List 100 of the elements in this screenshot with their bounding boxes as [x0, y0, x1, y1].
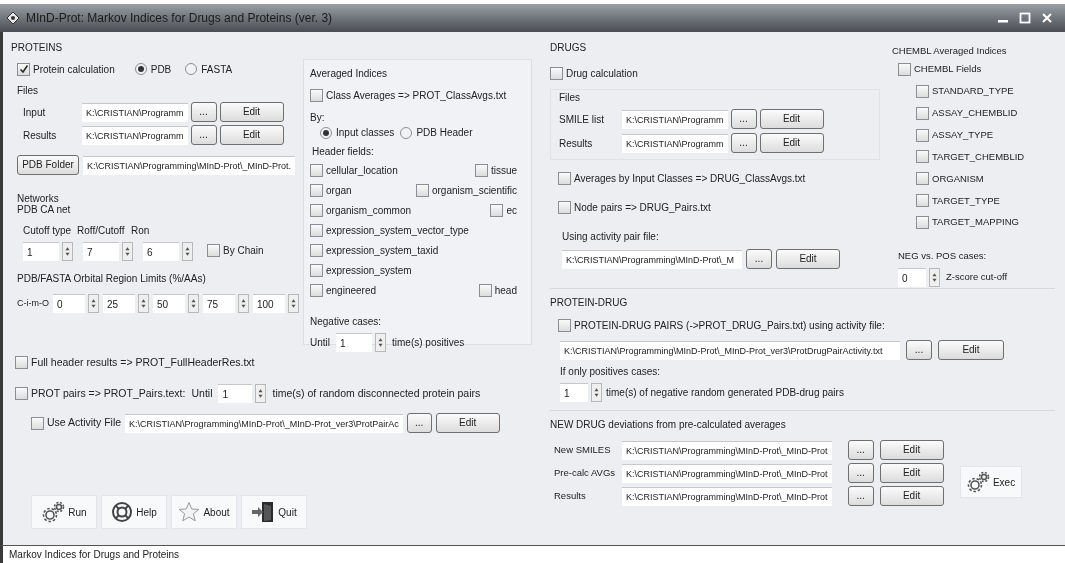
- spin-button[interactable]: [591, 383, 602, 402]
- path-field[interactable]: K:\CRISTIAN\Programm: [622, 109, 728, 129]
- checkbox-label[interactable]: head: [494, 283, 517, 298]
- radio-label[interactable]: Input classes: [336, 125, 395, 140]
- checkbox[interactable]: [207, 243, 220, 257]
- checkbox[interactable]: [15, 356, 28, 370]
- checkbox[interactable]: [310, 89, 323, 102]
- maximize-icon[interactable]: [1019, 12, 1031, 24]
- checkbox[interactable]: [310, 284, 323, 297]
- browse-button[interactable]: ...: [847, 486, 874, 506]
- checkbox[interactable]: [310, 264, 323, 277]
- path-field[interactable]: K:\CRISTIAN\Programming\MInD-Prot\_MInD-Prot_ver3\ProtPairAc: [125, 413, 403, 433]
- checkbox[interactable]: [916, 106, 929, 120]
- action-button[interactable]: Quit: [241, 495, 307, 529]
- checkbox-label[interactable]: PROT pairs => PROT_Pairs.text:: [31, 385, 186, 402]
- action-button[interactable]: About: [171, 495, 237, 529]
- checkbox[interactable]: [916, 194, 929, 208]
- checkbox[interactable]: [916, 172, 929, 186]
- number-field[interactable]: 100: [253, 294, 285, 313]
- checkbox-label[interactable]: ORGANISM: [932, 171, 984, 186]
- edit-button[interactable]: Edit: [879, 486, 944, 506]
- edit-button[interactable]: Edit: [759, 133, 824, 153]
- spin-button[interactable]: [138, 294, 149, 313]
- checkbox-label[interactable]: expression_system_taxid: [326, 243, 439, 258]
- checkbox[interactable]: [558, 201, 571, 214]
- edit-button[interactable]: Edit: [879, 463, 944, 483]
- checkbox[interactable]: [550, 67, 563, 80]
- radio-button[interactable]: [400, 126, 413, 139]
- number-field[interactable]: 50: [153, 294, 185, 313]
- path-field[interactable]: K:\CRISTIAN\Programming\MInD-Prot\_MInD-Prot: [622, 486, 832, 506]
- radio-label[interactable]: PDB: [150, 61, 172, 77]
- checkbox-label[interactable]: tissue: [490, 163, 517, 178]
- browse-button[interactable]: ...: [730, 133, 757, 153]
- spin-button[interactable]: [255, 384, 267, 404]
- path-field[interactable]: K:\CRISTIAN\Programming\MInD-Prot\_MInD-Prot: [622, 463, 832, 483]
- spin-button[interactable]: [929, 267, 940, 287]
- spin-button[interactable]: [182, 242, 193, 261]
- path-field[interactable]: K:\CRISTIAN\Programm: [622, 133, 728, 153]
- checkbox-label[interactable]: ASSAY_TYPE: [932, 127, 994, 143]
- browse-button[interactable]: ...: [847, 440, 874, 460]
- number-field[interactable]: 0: [53, 294, 85, 313]
- radio-button[interactable]: [134, 63, 147, 75]
- checkbox[interactable]: [474, 164, 488, 177]
- number-field[interactable]: 75: [203, 294, 235, 313]
- checkbox[interactable]: [310, 224, 323, 237]
- browse-button[interactable]: ...: [906, 340, 932, 360]
- checkbox-label[interactable]: STANDARD_TYPE: [932, 84, 1014, 99]
- checkbox-label[interactable]: Class Averages => PROT_ClassAvgs.txt: [326, 88, 507, 103]
- spin-button[interactable]: [62, 242, 73, 261]
- checkbox[interactable]: [558, 172, 571, 185]
- checkbox-label[interactable]: expression_system: [326, 263, 412, 278]
- checkbox[interactable]: [415, 184, 429, 197]
- spin-button[interactable]: [88, 294, 99, 313]
- checkbox[interactable]: [490, 204, 504, 217]
- checkbox[interactable]: [916, 216, 929, 229]
- checkbox-label[interactable]: Full header results => PROT_FullHeaderRes.txt: [31, 355, 255, 371]
- pdb-folder-button[interactable]: PDB Folder: [17, 155, 79, 175]
- checkbox-label[interactable]: Node pairs => DRUG_Pairs.txt: [574, 200, 711, 215]
- number-field[interactable]: 0: [898, 267, 926, 287]
- spin-button[interactable]: [375, 333, 386, 352]
- browse-button[interactable]: ...: [406, 413, 432, 434]
- spin-button[interactable]: [122, 242, 133, 261]
- browse-button[interactable]: ...: [746, 249, 772, 269]
- checkbox-label[interactable]: expression_system_vector_type: [326, 223, 469, 238]
- number-field[interactable]: 1: [218, 384, 253, 404]
- edit-button[interactable]: Edit: [879, 440, 944, 460]
- spin-button[interactable]: [238, 294, 249, 313]
- spin-button[interactable]: [188, 294, 199, 313]
- edit-button[interactable]: Edit: [219, 125, 284, 145]
- checkbox[interactable]: [898, 62, 911, 76]
- checkbox-label[interactable]: Averages by Input Classes => DRUG_ClassAvgs.txt: [574, 171, 806, 186]
- action-button[interactable]: Run: [31, 495, 97, 529]
- path-field[interactable]: K:\CRISTIAN\Programm: [82, 125, 188, 145]
- path-field[interactable]: K:\CRISTIAN\Programming\MInD-Prot\_MInD-Prot: [622, 440, 832, 460]
- checkbox-label[interactable]: Drug calculation: [566, 66, 638, 81]
- checkbox-label[interactable]: organism_common: [326, 203, 412, 218]
- checkbox[interactable]: [916, 150, 929, 164]
- checkbox[interactable]: [310, 184, 323, 197]
- checkbox-label[interactable]: ec: [506, 203, 517, 218]
- edit-button[interactable]: Edit: [435, 413, 500, 434]
- path-field[interactable]: K:\CRISTIAN\Programm: [82, 102, 188, 122]
- browse-button[interactable]: ...: [190, 102, 217, 122]
- browse-button[interactable]: ...: [730, 109, 757, 129]
- checkbox[interactable]: [916, 128, 929, 142]
- checkbox[interactable]: [916, 84, 929, 98]
- checkbox-label[interactable]: engineered: [326, 283, 377, 298]
- checkbox[interactable]: [478, 284, 492, 297]
- checkbox[interactable]: [310, 164, 323, 177]
- number-field[interactable]: 1: [560, 383, 588, 402]
- checkbox[interactable]: [31, 416, 44, 430]
- edit-button[interactable]: Edit: [938, 340, 1004, 360]
- checkbox[interactable]: [15, 387, 28, 401]
- browse-button[interactable]: ...: [847, 463, 874, 483]
- number-field[interactable]: 1: [336, 333, 372, 352]
- number-field[interactable]: 25: [103, 294, 135, 313]
- checkbox-label[interactable]: Use Activity File: [47, 415, 122, 431]
- radio-label[interactable]: FASTA: [201, 61, 233, 77]
- checkbox-label[interactable]: By Chain: [223, 242, 264, 258]
- checkbox-label[interactable]: ASSAY_CHEMBLID: [932, 106, 1018, 121]
- number-field[interactable]: 1: [23, 242, 59, 261]
